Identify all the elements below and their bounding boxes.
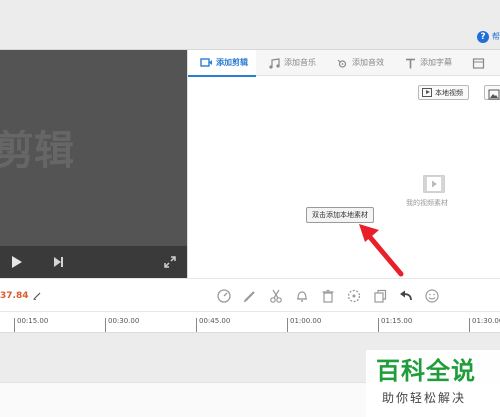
help-label: 帮 [492, 32, 500, 41]
annotation-arrow-icon [359, 224, 404, 277]
delete-icon[interactable] [320, 288, 336, 304]
duration-value: 37.84 [0, 291, 29, 301]
video-preview: 剪辑 [0, 50, 187, 246]
play-icon[interactable] [8, 254, 24, 270]
next-frame-icon[interactable] [50, 254, 66, 270]
emoji-icon[interactable] [424, 288, 440, 304]
ruler-tick-label: 00:45.00 [199, 317, 231, 325]
ruler-tick [14, 318, 15, 332]
image-icon [488, 89, 500, 100]
ruler-tick-label: 01:30.00 [472, 317, 500, 325]
edit-toolbar: 37.84 [0, 278, 500, 312]
local-image-button[interactable] [484, 85, 500, 100]
ruler-tick [287, 318, 288, 332]
media-panel: 添加剪辑 添加音乐 添加音效 添加字幕 本地视频 我的视频素材 双击添加本地素材 [187, 50, 500, 278]
tab-add-sound-effect[interactable]: 添加音效 [324, 50, 392, 76]
edit-icon[interactable] [242, 288, 258, 304]
tab-label: 添加剪辑 [216, 57, 248, 67]
ruler-tick-label: 00:30.00 [108, 317, 140, 325]
edit-duration-icon[interactable] [33, 292, 41, 300]
ruler-tick-label: 00:15.00 [17, 317, 49, 325]
tab-label: 添加音效 [352, 58, 384, 67]
ruler-tick-label: 01:15.00 [381, 317, 413, 325]
subtitle-icon [406, 58, 415, 68]
ruler-tick [469, 318, 470, 332]
player-controls [0, 246, 187, 278]
tab-add-music[interactable]: 添加音乐 [256, 50, 324, 76]
undo-icon[interactable] [398, 288, 414, 304]
brand-subtitle: 助你轻松解决 [382, 391, 467, 405]
effects-icon[interactable] [346, 288, 362, 304]
sound-effect-icon [337, 59, 347, 68]
brand-title: 百科全说 [376, 357, 476, 385]
ruler-tick-label: 01:00.00 [290, 317, 322, 325]
ruler-tick [105, 318, 106, 332]
tab-add-subtitle[interactable]: 添加字幕 [392, 50, 460, 76]
video-file-icon [422, 88, 432, 97]
cut-icon[interactable] [268, 288, 284, 304]
tab-add-clip[interactable]: 添加剪辑 [188, 50, 256, 77]
timeline-ruler[interactable]: 00:15.00 00:30.00 00:45.00 01:00.00 01:1… [0, 312, 500, 332]
local-video-button[interactable]: 本地视频 [418, 85, 469, 100]
speed-icon[interactable] [216, 288, 232, 304]
ruler-tick [196, 318, 197, 332]
preview-watermark: 剪辑 [0, 128, 74, 174]
local-video-label: 本地视频 [435, 88, 463, 97]
tab-more[interactable] [460, 50, 496, 76]
music-icon [269, 57, 280, 69]
tab-label: 添加字幕 [420, 58, 452, 67]
help-button[interactable]: ? 帮 [477, 30, 500, 44]
overflow-tab-icon [472, 57, 485, 69]
add-local-material-button[interactable]: 双击添加本地素材 [306, 207, 374, 223]
media-caption: 我的视频素材 [406, 199, 448, 207]
fullscreen-icon[interactable] [162, 254, 178, 270]
video-material-icon [423, 175, 445, 193]
copy-icon[interactable] [372, 288, 388, 304]
bell-icon[interactable] [294, 288, 310, 304]
panel-tabs: 添加剪辑 添加音乐 添加音效 添加字幕 [188, 50, 500, 77]
tab-label: 添加音乐 [284, 58, 316, 67]
video-clip-icon [200, 58, 212, 67]
title-bar: ? 帮 [0, 0, 500, 50]
ruler-tick [378, 318, 379, 332]
brand-watermark: 百科全说 助你轻松解决 [366, 350, 500, 417]
help-icon: ? [477, 31, 489, 43]
